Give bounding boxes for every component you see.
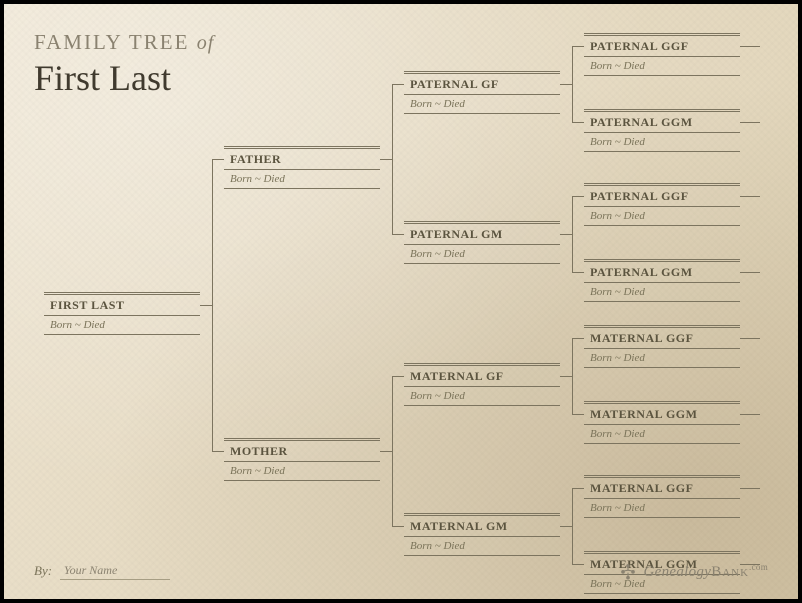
node-pggm2-dates: Born ~ Died [584,283,740,302]
node-mgm: MATERNAL GM Born ~ Died [404,513,560,556]
node-pggm1-name: PATERNAL GGM [584,109,740,133]
node-pggm1-dates: Born ~ Died [584,133,740,152]
connector [392,234,404,235]
connector [572,488,573,564]
connector [572,196,584,197]
node-pgf-dates: Born ~ Died [404,95,560,114]
connector [392,84,404,85]
connector [572,272,584,273]
footer: By: Your Name GenealogyBank.com [34,561,768,581]
connector [572,338,584,339]
connector [572,122,584,123]
node-pggf2: PATERNAL GGF Born ~ Died [584,183,740,226]
node-pgm-name: PATERNAL GM [404,221,560,245]
connector [380,451,392,452]
node-mother-name: MOTHER [224,438,380,462]
connector [560,526,572,527]
node-root: FIRST LAST Born ~ Died [44,292,200,335]
connector [572,196,573,272]
title-of: of [197,32,215,54]
connector [560,234,572,235]
node-mgm-dates: Born ~ Died [404,537,560,556]
title-name: First Last [34,57,214,99]
node-pggf1-name: PATERNAL GGF [584,33,740,57]
by-value: Your Name [60,562,170,580]
node-mgf: MATERNAL GF Born ~ Died [404,363,560,406]
connector [392,526,404,527]
node-mggf2-dates: Born ~ Died [584,499,740,518]
by-label: By: [34,563,52,579]
brand-c: .com [749,562,768,572]
node-pggm1: PATERNAL GGM Born ~ Died [584,109,740,152]
node-pgm-dates: Born ~ Died [404,245,560,264]
connector [392,84,393,234]
title-prefix-text: FAMILY TREE [34,30,189,54]
connector [560,84,572,85]
connector [212,159,224,160]
node-mggm1-dates: Born ~ Died [584,425,740,444]
node-mggf1-name: MATERNAL GGF [584,325,740,349]
node-pgf: PATERNAL GF Born ~ Died [404,71,560,114]
connector [740,488,760,489]
node-root-dates: Born ~ Died [44,316,200,335]
node-mother-dates: Born ~ Died [224,462,380,481]
node-mgm-name: MATERNAL GM [404,513,560,537]
node-pgm: PATERNAL GM Born ~ Died [404,221,560,264]
connector [380,159,392,160]
node-pggf1-dates: Born ~ Died [584,57,740,76]
node-father-name: FATHER [224,146,380,170]
node-father-dates: Born ~ Died [224,170,380,189]
node-father: FATHER Born ~ Died [224,146,380,189]
node-mggf2: MATERNAL GGF Born ~ Died [584,475,740,518]
node-mggf1-dates: Born ~ Died [584,349,740,368]
connector [560,376,572,377]
connector [740,122,760,123]
node-mggm1-name: MATERNAL GGM [584,401,740,425]
node-pggf2-name: PATERNAL GGF [584,183,740,207]
connector [740,414,760,415]
node-mother: MOTHER Born ~ Died [224,438,380,481]
title-prefix: FAMILY TREE of [34,30,214,55]
title-block: FAMILY TREE of First Last [34,30,214,99]
node-root-name: FIRST LAST [44,292,200,316]
connector [572,338,573,414]
connector [572,46,584,47]
brand-logo: GenealogyBank.com [618,561,768,581]
connector [212,159,213,451]
connector [200,305,212,306]
byline: By: Your Name [34,562,170,580]
brand-a: Genealogy [644,564,712,580]
node-pgf-name: PATERNAL GF [404,71,560,95]
connector [740,338,760,339]
node-mgf-dates: Born ~ Died [404,387,560,406]
connector [572,414,584,415]
node-pggm2: PATERNAL GGM Born ~ Died [584,259,740,302]
node-mgf-name: MATERNAL GF [404,363,560,387]
connector [740,272,760,273]
connector [392,376,393,526]
connector [212,451,224,452]
node-mggf2-name: MATERNAL GGF [584,475,740,499]
node-pggf2-dates: Born ~ Died [584,207,740,226]
connector [572,488,584,489]
node-mggm1: MATERNAL GGM Born ~ Died [584,401,740,444]
connector [740,196,760,197]
node-pggm2-name: PATERNAL GGM [584,259,740,283]
node-pggf1: PATERNAL GGF Born ~ Died [584,33,740,76]
brand-text: GenealogyBank.com [644,562,768,581]
brand-b: Bank [711,564,749,580]
node-mggf1: MATERNAL GGF Born ~ Died [584,325,740,368]
connector [740,46,760,47]
tree-icon [618,561,638,581]
family-tree-sheet: FAMILY TREE of First Last FIRST LAST Bor… [4,4,798,599]
connector [392,376,404,377]
connector [572,46,573,122]
